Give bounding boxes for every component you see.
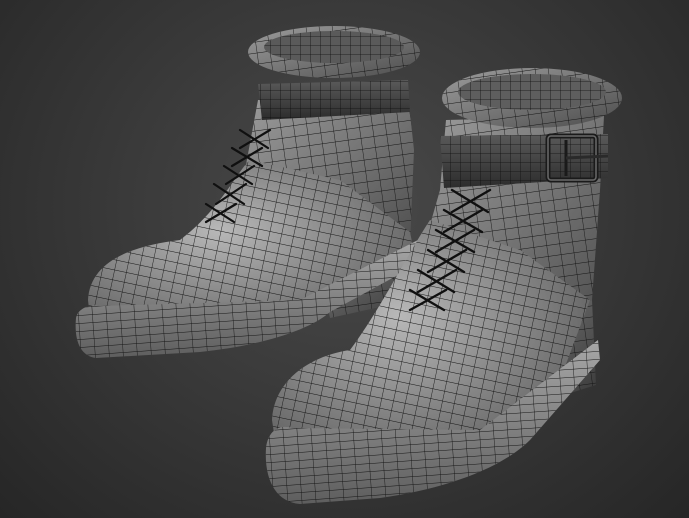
- 3d-viewport[interactable]: [0, 0, 689, 518]
- boot-back: [75, 26, 422, 358]
- viewport-canvas: [75, 26, 622, 504]
